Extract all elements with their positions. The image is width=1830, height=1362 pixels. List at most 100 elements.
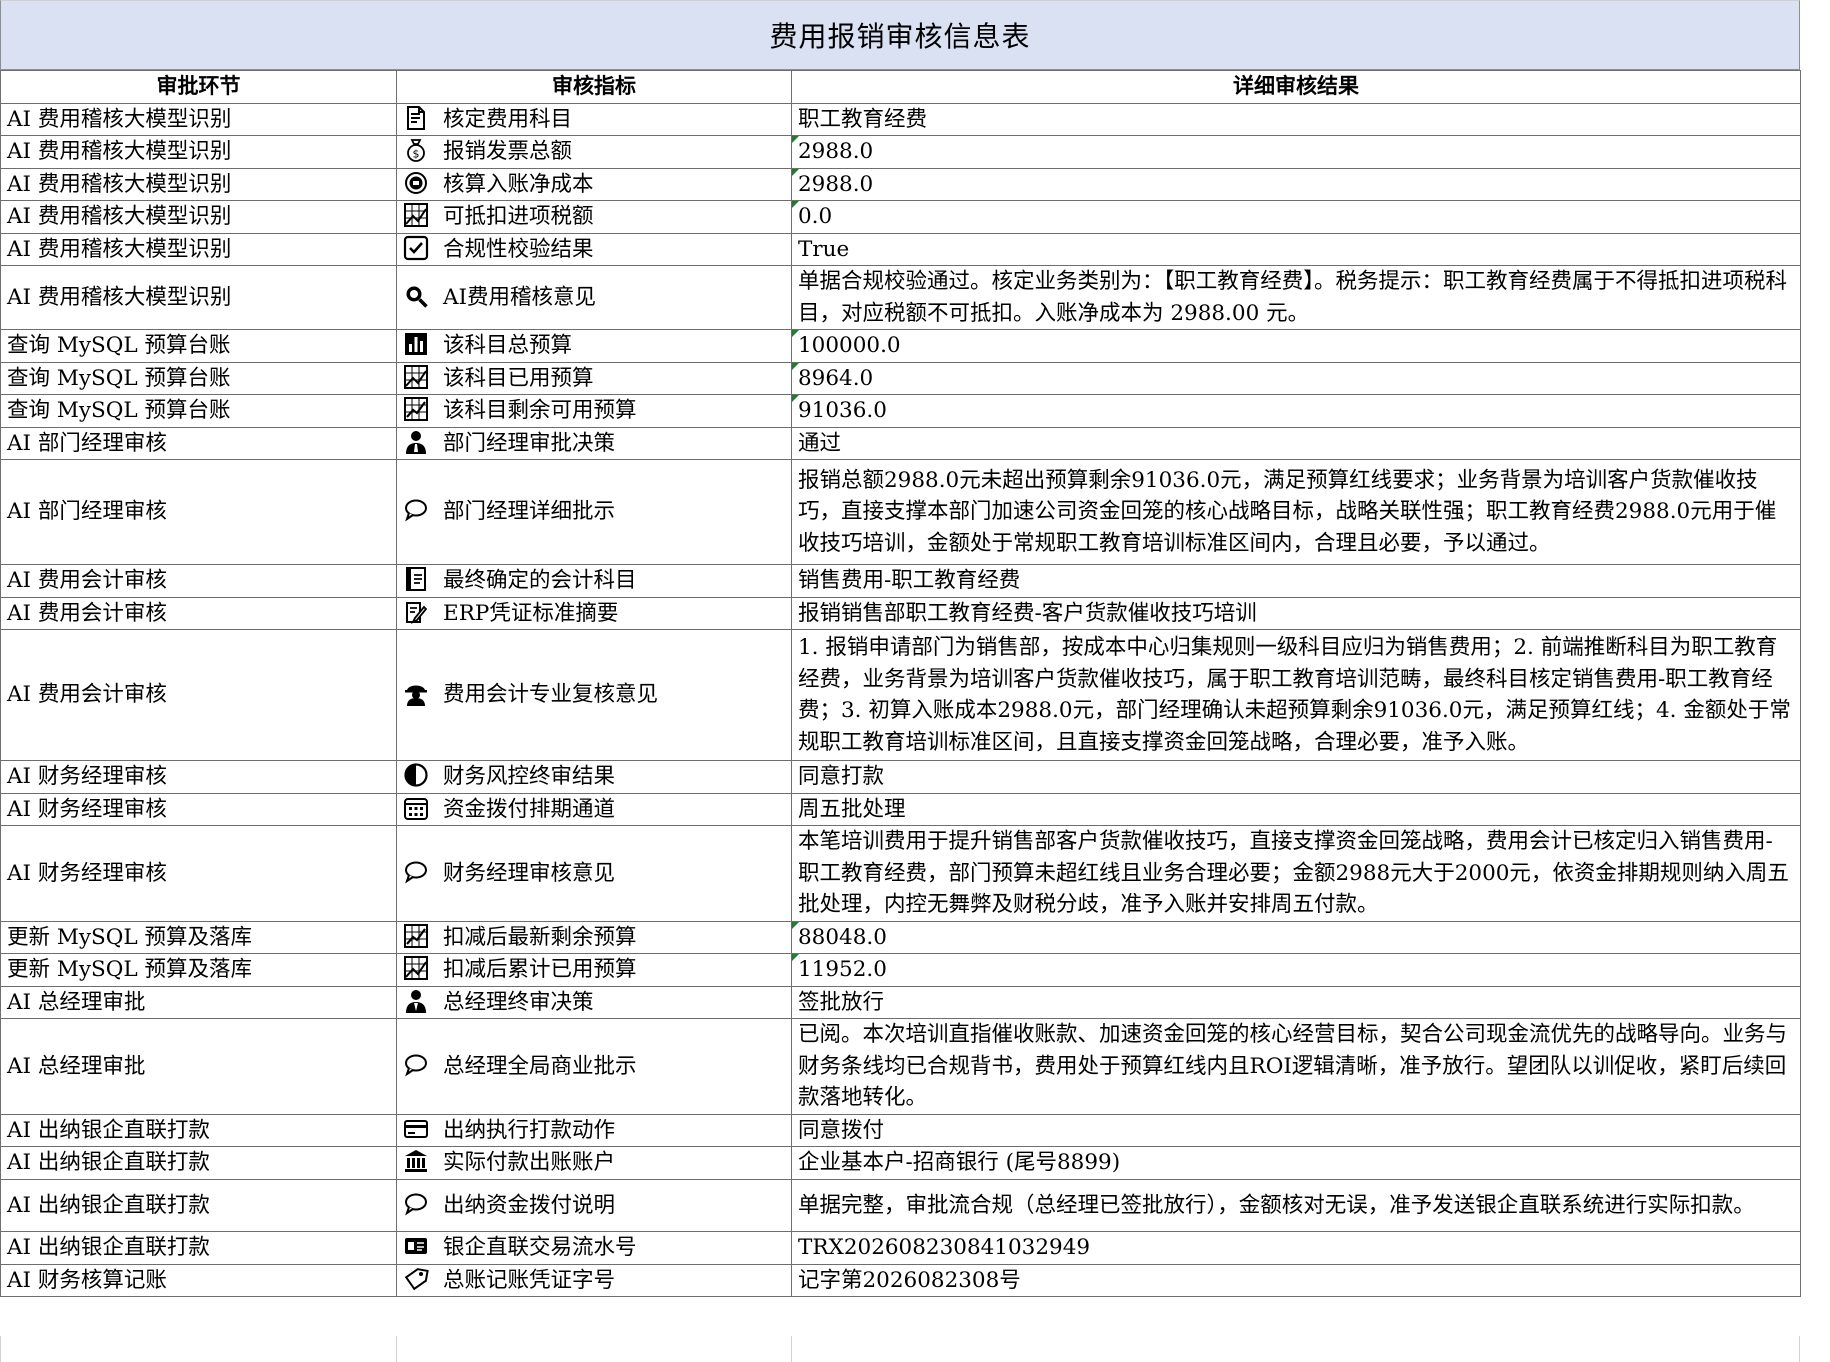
cell-stage[interactable]: AI 出纳银企直联打款: [0, 1178, 397, 1232]
cell-metric[interactable]: 该科目剩余可用预算: [396, 394, 792, 428]
cell-metric[interactable]: 部门经理详细批示: [396, 459, 792, 565]
cell-result[interactable]: 0.0: [791, 200, 1801, 234]
cell-metric[interactable]: AI费用稽核意见: [396, 265, 792, 330]
cell-metric[interactable]: 总经理全局商业批示: [396, 1018, 792, 1115]
table-row: AI 出纳银企直联打款 实际付款出账账户 企业基本户-招商银行 (尾号8899): [0, 1146, 1801, 1180]
cell-metric[interactable]: 核定费用科目: [396, 102, 792, 136]
cell-metric[interactable]: 该科目已用预算: [396, 361, 792, 395]
cell-metric[interactable]: 部门经理审批决策: [396, 426, 792, 460]
cell-stage[interactable]: AI 财务经理审核: [0, 825, 397, 922]
cell-result[interactable]: 销售费用-职工教育经费: [791, 564, 1801, 598]
id-card-icon: [403, 1233, 429, 1259]
cell-metric[interactable]: 可抵扣进项税额: [396, 200, 792, 234]
cell-metric[interactable]: 资金拨付排期通道: [396, 792, 792, 826]
cell-result[interactable]: 8964.0: [791, 361, 1801, 395]
metric-label: 扣减后最新剩余预算: [443, 924, 637, 950]
cell-result[interactable]: 签批放行: [791, 985, 1801, 1019]
cell-result[interactable]: 职工教育经费: [791, 102, 1801, 136]
cell-stage[interactable]: AI 出纳银企直联打款: [0, 1113, 397, 1147]
cell-stage[interactable]: AI 费用会计审核: [0, 629, 397, 761]
cell-metric[interactable]: 财务经理审核意见: [396, 825, 792, 922]
cell-stage[interactable]: AI 财务经理审核: [0, 760, 397, 794]
table-row: AI 费用稽核大模型识别 合规性校验结果 True: [0, 232, 1801, 266]
cell-result[interactable]: 本笔培训费用于提升销售部客户货款催收技巧，直接支撑资金回笼战略，费用会计已核定归…: [791, 825, 1801, 922]
metric-label: 财务风控终审结果: [443, 764, 616, 789]
chart-box-icon: [403, 955, 429, 981]
cell-result[interactable]: 通过: [791, 426, 1801, 460]
table-row: AI 费用稽核大模型识别 $ 报销发票总额 2988.0: [0, 135, 1801, 169]
cell-result[interactable]: 已阅。本次培训直指催收账款、加速资金回笼的核心经营目标，契合公司现金流优先的战略…: [791, 1018, 1801, 1115]
cell-result[interactable]: TRX202608230841032949: [791, 1231, 1801, 1265]
cell-stage[interactable]: AI 费用会计审核: [0, 596, 397, 630]
cell-metric[interactable]: 财务风控终审结果: [396, 760, 792, 794]
cell-stage[interactable]: AI 费用稽核大模型识别: [0, 232, 397, 266]
table-row: AI 财务核算记账 总账记账凭证字号 记字第2026082308号: [0, 1263, 1801, 1297]
cell-result[interactable]: 同意打款: [791, 760, 1801, 794]
cell-stage[interactable]: 查询 MySQL 预算台账: [0, 394, 397, 428]
cell-stage[interactable]: AI 部门经理审核: [0, 459, 397, 565]
cell-result[interactable]: 报销总额2988.0元未超出预算剩余91036.0元，满足预算红线要求；业务背景…: [791, 459, 1801, 565]
cell-result[interactable]: 周五批处理: [791, 792, 1801, 826]
cell-metric[interactable]: ERP凭证标准摘要: [396, 596, 792, 630]
header-row: 审批环节 审核指标 详细审核结果: [0, 70, 1801, 104]
cell-result[interactable]: 2988.0: [791, 135, 1801, 169]
cell-result[interactable]: 单据合规校验通过。核定业务类别为：【职工教育经费】。税务提示：职工教育经费属于不…: [791, 265, 1801, 330]
cell-stage[interactable]: AI 费用稽核大模型识别: [0, 265, 397, 330]
metric-label: 财务经理审核意见: [443, 860, 616, 886]
cell-stage[interactable]: AI 费用稽核大模型识别: [0, 102, 397, 136]
cell-metric[interactable]: 出纳资金拨付说明: [396, 1178, 792, 1232]
header-metric[interactable]: 审核指标: [396, 70, 792, 104]
cell-metric[interactable]: 最终确定的会计科目: [396, 564, 792, 598]
cell-result[interactable]: 1. 报销申请部门为销售部，按成本中心归集规则一级科目应归为销售费用；2. 前端…: [791, 629, 1801, 761]
cell-metric[interactable]: 扣减后最新剩余预算: [396, 920, 792, 954]
cell-result[interactable]: True: [791, 232, 1801, 266]
cell-metric[interactable]: 费用会计专业复核意见: [396, 629, 792, 761]
cell-stage[interactable]: AI 费用稽核大模型识别: [0, 200, 397, 234]
cell-metric[interactable]: 总账记账凭证字号: [396, 1263, 792, 1297]
header-stage[interactable]: 审批环节: [0, 70, 397, 104]
cell-result[interactable]: 企业基本户-招商银行 (尾号8899): [791, 1146, 1801, 1180]
cell-result[interactable]: 100000.0: [791, 329, 1801, 363]
header-result[interactable]: 详细审核结果: [791, 70, 1801, 104]
cell-stage[interactable]: AI 出纳银企直联打款: [0, 1146, 397, 1180]
cell-result[interactable]: 记字第2026082308号: [791, 1263, 1801, 1297]
metric-label: 总经理全局商业批示: [443, 1053, 637, 1079]
cell-stage[interactable]: AI 财务核算记账: [0, 1263, 397, 1297]
cell-result[interactable]: 同意拨付: [791, 1113, 1801, 1147]
cell-result[interactable]: 报销销售部职工教育经费-客户货款催收技巧培训: [791, 596, 1801, 630]
table-row: 查询 MySQL 预算台账 该科目已用预算 8964.0: [0, 361, 1801, 395]
cell-stage[interactable]: 更新 MySQL 预算及落库: [0, 920, 397, 954]
cell-stage[interactable]: AI 部门经理审核: [0, 426, 397, 460]
cell-result[interactable]: 91036.0: [791, 394, 1801, 428]
cell-result[interactable]: 2988.0: [791, 167, 1801, 201]
table-row: 查询 MySQL 预算台账 该科目剩余可用预算 91036.0: [0, 394, 1801, 428]
cell-stage[interactable]: 更新 MySQL 预算及落库: [0, 953, 397, 987]
cell-metric[interactable]: 合规性校验结果: [396, 232, 792, 266]
cell-stage[interactable]: AI 费用稽核大模型识别: [0, 135, 397, 169]
sheet-title[interactable]: 费用报销审核信息表: [0, 0, 1800, 70]
table-row: AI 总经理审批 总经理全局商业批示 已阅。本次培训直指催收账款、加速资金回笼的核心…: [0, 1018, 1801, 1115]
cell-metric[interactable]: 该科目总预算: [396, 329, 792, 363]
chart-box-icon: [403, 202, 429, 228]
cell-stage[interactable]: AI 费用会计审核: [0, 564, 397, 598]
cell-metric[interactable]: 扣减后累计已用预算: [396, 953, 792, 987]
cell-stage[interactable]: AI 财务经理审核: [0, 792, 397, 826]
cell-metric[interactable]: 银企直联交易流水号: [396, 1231, 792, 1265]
cell-result[interactable]: 11952.0: [791, 953, 1801, 987]
cell-metric[interactable]: 实际付款出账账户: [396, 1146, 792, 1180]
svg-text:$: $: [413, 148, 420, 161]
cell-stage[interactable]: AI 费用稽核大模型识别: [0, 167, 397, 201]
cell-stage[interactable]: AI 总经理审批: [0, 985, 397, 1019]
cell-result[interactable]: 单据完整，审批流合规（总经理已签批放行），金额核对无误，准予发送银企直联系统进行…: [791, 1178, 1801, 1232]
cell-stage[interactable]: 查询 MySQL 预算台账: [0, 329, 397, 363]
cell-result[interactable]: 88048.0: [791, 920, 1801, 954]
cell-metric[interactable]: 总经理终审决策: [396, 985, 792, 1019]
cell-metric[interactable]: $ 报销发票总额: [396, 135, 792, 169]
cell-metric[interactable]: 核算入账净成本: [396, 167, 792, 201]
bank-icon: [403, 1148, 429, 1174]
cell-stage[interactable]: AI 总经理审批: [0, 1018, 397, 1115]
cell-stage[interactable]: AI 出纳银企直联打款: [0, 1231, 397, 1265]
metric-label: 报销发票总额: [443, 139, 573, 164]
cell-stage[interactable]: 查询 MySQL 预算台账: [0, 361, 397, 395]
cell-metric[interactable]: 出纳执行打款动作: [396, 1113, 792, 1147]
